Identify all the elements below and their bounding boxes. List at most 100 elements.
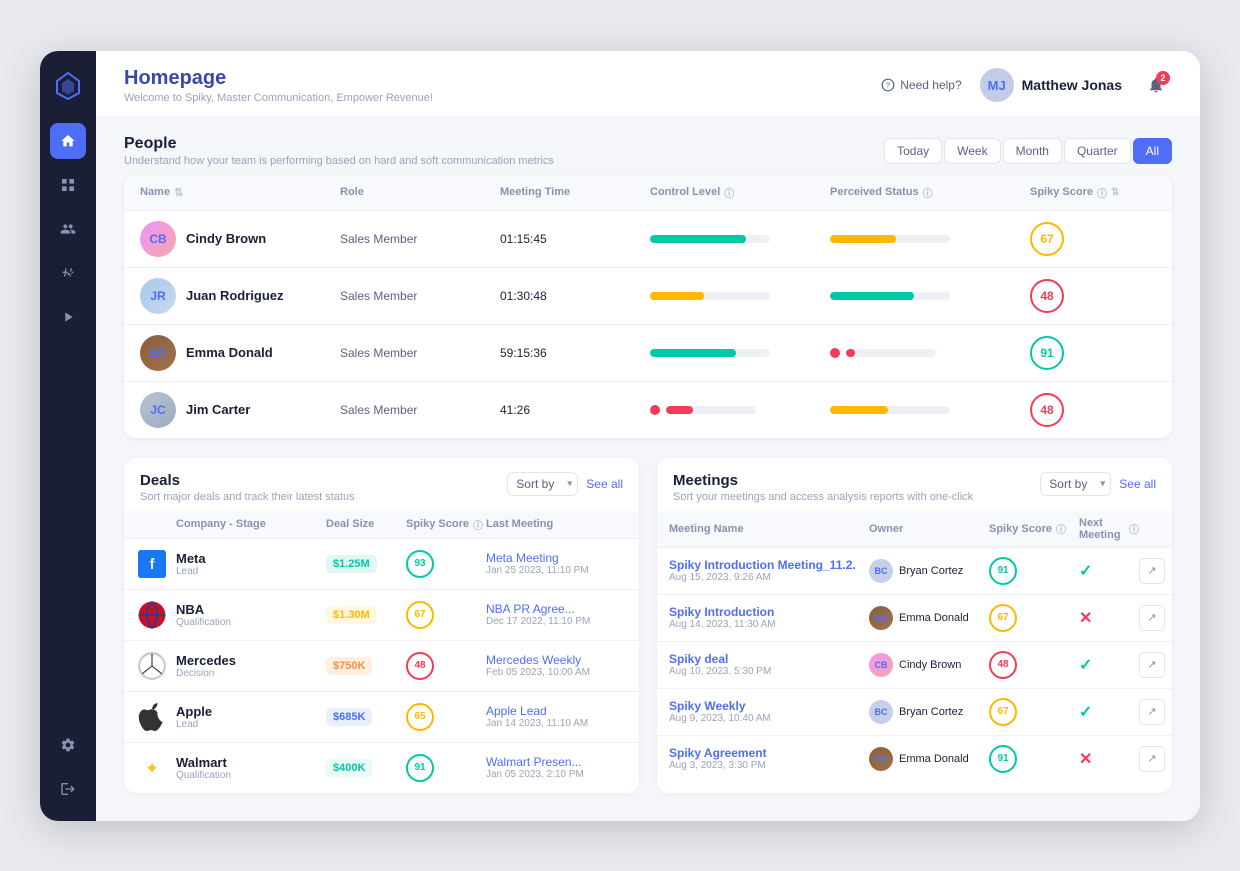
filter-today[interactable]: Today xyxy=(884,138,942,164)
deal-size-apple: $685K xyxy=(326,708,406,726)
meeting-score-2: 67 xyxy=(989,604,1079,632)
sidebar-item-home[interactable] xyxy=(50,123,86,159)
sidebar-item-play[interactable] xyxy=(50,299,86,335)
meeting-ext-link-1[interactable]: ↗ xyxy=(1139,558,1165,584)
perceived-status-jim xyxy=(830,406,1030,414)
user-info[interactable]: MJ Matthew Jonas xyxy=(980,68,1122,102)
owner-avatar-1: BC xyxy=(869,559,893,583)
meetings-table-header: Meeting Name Owner Spiky Score ⓘ Next Me… xyxy=(657,511,1172,548)
people-title-group: People Understand how your team is perfo… xyxy=(124,135,554,167)
user-avatar: MJ xyxy=(980,68,1014,102)
deal-size-mercedes: $750K xyxy=(326,657,406,675)
meeting-ext-link-5[interactable]: ↗ xyxy=(1139,746,1165,772)
table-row: JC Jim Carter Sales Member 41:26 48 xyxy=(124,382,1172,438)
deal-company-apple: Apple Lead xyxy=(176,704,326,730)
owner-avatar-3: CB xyxy=(869,653,893,677)
deals-card-header: Deals Sort major deals and track their l… xyxy=(124,458,639,511)
deal-logo-nba xyxy=(136,599,168,631)
meetings-th-action xyxy=(1139,517,1172,541)
th-name: Name ⇅ xyxy=(140,185,340,200)
deal-score-apple: 65 xyxy=(406,703,486,731)
deals-see-all[interactable]: See all xyxy=(586,477,623,491)
info-icon: ⓘ xyxy=(724,185,734,200)
deal-size-nba: $1.30M xyxy=(326,606,406,624)
help-button[interactable]: ? Need help? xyxy=(881,78,961,92)
meeting-time-emma: 59:15:36 xyxy=(500,346,650,360)
deal-score-walmart: 91 xyxy=(406,754,486,782)
meetings-sort-wrap[interactable]: Sort by xyxy=(1040,472,1111,496)
meetings-subtitle: Sort your meetings and access analysis r… xyxy=(673,491,973,503)
page-subtitle: Welcome to Spiky, Master Communication, … xyxy=(124,92,433,104)
list-item: Spiky Introduction Meeting_11.2. Aug 15,… xyxy=(657,548,1172,595)
control-level-emma xyxy=(650,349,830,357)
sidebar-item-settings[interactable] xyxy=(50,727,86,763)
header-right: ? Need help? MJ Matthew Jonas 2 xyxy=(881,68,1172,102)
meeting-score-4: 67 xyxy=(989,698,1079,726)
filter-week[interactable]: Week xyxy=(944,138,1000,164)
deals-title: Deals xyxy=(140,472,355,489)
meeting-time-cindy: 01:15:45 xyxy=(500,232,650,246)
sort-arrows-icon-2: ⇅ xyxy=(1111,187,1119,198)
filter-quarter[interactable]: Quarter xyxy=(1064,138,1131,164)
meetings-th-score: Spiky Score ⓘ xyxy=(989,517,1079,541)
deal-logo-mercedes xyxy=(136,650,168,682)
deal-company-walmart: Walmart Qualification xyxy=(176,755,326,781)
person-info-emma: ED Emma Donald xyxy=(140,335,340,371)
person-info-juan: JR Juan Rodriguez xyxy=(140,278,340,314)
meeting-next-1: ✓ xyxy=(1079,561,1139,581)
avatar-emma: ED xyxy=(140,335,176,371)
sidebar-item-logout[interactable] xyxy=(50,771,86,807)
meetings-sort-select[interactable]: Sort by xyxy=(1040,472,1111,496)
sort-arrows-icon: ⇅ xyxy=(174,186,183,199)
avatar-jim: JC xyxy=(140,392,176,428)
bottom-sections: Deals Sort major deals and track their l… xyxy=(124,458,1172,793)
deals-th-logo xyxy=(136,517,176,532)
table-row: JR Juan Rodriguez Sales Member 01:30:48 … xyxy=(124,268,1172,325)
th-role: Role xyxy=(340,185,500,200)
sidebar-item-hash[interactable] xyxy=(50,255,86,291)
deal-last-meeting-apple: Apple Lead Jan 14 2023, 11:10 AM xyxy=(486,704,639,729)
header-left: Homepage Welcome to Spiky, Master Commun… xyxy=(124,67,433,104)
deal-last-meeting-meta: Meta Meeting Jan 25 2023, 11:10 PM xyxy=(486,551,639,576)
filter-month[interactable]: Month xyxy=(1003,138,1062,164)
meeting-ext-link-3[interactable]: ↗ xyxy=(1139,652,1165,678)
perceived-status-cindy xyxy=(830,235,1030,243)
deal-logo-apple xyxy=(136,701,168,733)
time-filters: Today Week Month Quarter All xyxy=(884,138,1172,164)
role-juan: Sales Member xyxy=(340,289,500,303)
meeting-ext-link-2[interactable]: ↗ xyxy=(1139,605,1165,631)
person-name-jim: Jim Carter xyxy=(186,402,250,417)
control-level-jim xyxy=(650,405,830,415)
score-circle-jim: 48 xyxy=(1030,393,1064,427)
deals-sort-wrap[interactable]: Sort by xyxy=(507,472,578,496)
filter-all[interactable]: All xyxy=(1133,138,1172,164)
deals-th-last-meeting: Last Meeting xyxy=(486,517,639,532)
meeting-ext-link-4[interactable]: ↗ xyxy=(1139,699,1165,725)
spiky-score-cindy: 67 xyxy=(1030,222,1172,256)
page-title: Homepage xyxy=(124,67,433,90)
deals-sort-select[interactable]: Sort by xyxy=(507,472,578,496)
notification-button[interactable]: 2 xyxy=(1140,69,1172,101)
meeting-name-5: Spiky Agreement Aug 3, 2023, 3:30 PM xyxy=(669,746,869,771)
spiky-score-jim: 48 xyxy=(1030,393,1172,427)
deal-last-meeting-nba: NBA PR Agree... Dec 17 2022, 11:10 PM xyxy=(486,602,639,627)
control-level-cindy xyxy=(650,235,830,243)
deal-score-mercedes: 48 xyxy=(406,652,486,680)
meeting-name-1: Spiky Introduction Meeting_11.2. Aug 15,… xyxy=(669,558,869,583)
meetings-see-all[interactable]: See all xyxy=(1119,477,1156,491)
meetings-controls: Sort by See all xyxy=(1040,472,1156,496)
perceived-status-emma xyxy=(830,348,1030,358)
person-info-jim: JC Jim Carter xyxy=(140,392,340,428)
list-item: Spiky Introduction Aug 14, 2023, 11:30 A… xyxy=(657,595,1172,642)
people-subtitle: Understand how your team is performing b… xyxy=(124,155,554,167)
sidebar-item-users[interactable] xyxy=(50,211,86,247)
role-jim: Sales Member xyxy=(340,403,500,417)
th-spiky-score: Spiky Score ⓘ ⇅ xyxy=(1030,185,1172,200)
deals-th-company: Company - Stage xyxy=(176,517,326,532)
content-area: People Understand how your team is perfo… xyxy=(96,117,1200,821)
info-icon-2: ⓘ xyxy=(923,185,933,200)
list-item: f Meta Lead $1.25M 93 Meta xyxy=(124,539,639,590)
meetings-title: Meetings xyxy=(673,472,973,489)
sidebar-item-grid[interactable] xyxy=(50,167,86,203)
deal-company-nba: NBA Qualification xyxy=(176,602,326,628)
